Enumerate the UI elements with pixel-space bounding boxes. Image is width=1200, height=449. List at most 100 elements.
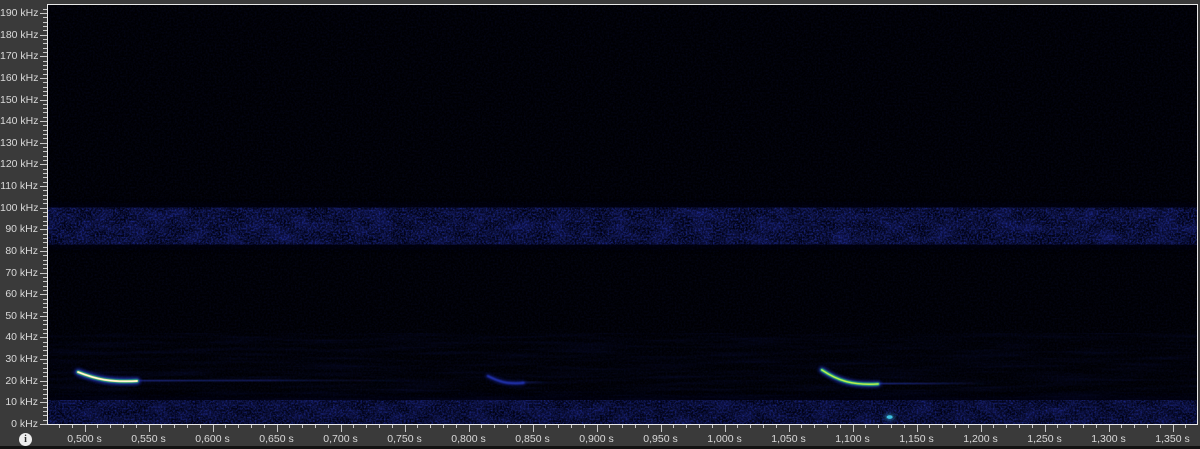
y-axis-label: 30 kHz [5,353,38,366]
x-axis-tick-minor [442,425,444,428]
transient-dot [886,415,893,419]
x-axis-tick-minor [1057,425,1059,428]
x-axis-tick-minor [1070,425,1072,428]
x-axis-label: 0,600 s [195,433,230,445]
x-axis-tick [980,425,982,432]
y-axis-tick-minor [43,138,47,140]
x-axis-tick-minor [481,425,483,428]
x-axis-tick-minor [327,425,329,428]
x-axis-tick-minor [686,425,688,428]
y-axis-tick-minor [43,25,47,27]
y-axis-label: 150 kHz [0,93,39,106]
x-axis-label: 0,500 s [67,433,102,445]
y-axis-tick-minor [43,302,47,304]
x-axis-tick-minor [750,425,752,428]
x-axis-tick-minor [942,425,944,428]
x-axis-tick-minor [519,425,521,428]
y-axis-tick-minor [43,289,47,291]
y-axis-tick-minor [43,95,47,97]
x-axis-tick-minor [673,425,675,428]
x-axis-tick [660,425,662,432]
y-axis-tick-minor [43,30,47,32]
x-axis-tick-minor [238,425,240,428]
y-axis-tick-minor [43,199,47,201]
y-axis-tick-minor [43,190,47,192]
x-axis-tick-minor [97,425,99,428]
x-axis-tick-minor [929,425,931,428]
y-axis-label: 190 kHz [0,6,39,19]
y-axis-tick-minor [43,285,47,287]
y-axis-tick [40,77,47,79]
x-axis-tick [1108,425,1110,432]
x-axis-label: 0,800 s [451,433,486,445]
y-axis-label: 130 kHz [0,136,39,149]
x-axis-tick-minor [1031,425,1033,428]
y-axis-tick-minor [43,298,47,300]
x-axis-tick-minor [506,425,508,428]
x-axis-tick-minor [250,425,252,428]
y-axis-tick-minor [43,147,47,149]
x-axis-tick-minor [161,425,163,428]
x-axis-tick [788,425,790,432]
y-axis-tick [40,164,47,166]
x-axis-tick-minor [289,425,291,428]
x-axis-tick-minor [903,425,905,428]
y-axis-tick-minor [43,411,47,413]
x-axis-tick-minor [647,425,649,428]
y-axis-tick-minor [43,367,47,369]
y-axis-tick-minor [43,385,47,387]
x-axis-label: 1,050 s [771,433,806,445]
y-axis-tick-minor [43,224,47,226]
y-axis-label: 70 kHz [5,266,38,279]
y-axis-tick [40,424,47,425]
x-axis-tick-minor [366,425,368,428]
x-axis-tick-minor [865,425,867,428]
x-axis-tick [724,425,726,432]
y-axis-tick-minor [43,320,47,322]
x-axis-label: 0,650 s [259,433,294,445]
y-axis-tick-minor [43,194,47,196]
x-axis-tick [852,425,854,432]
y-axis-label: 20 kHz [5,374,38,387]
x-axis-tick [148,425,150,432]
x-axis-tick-minor [71,425,73,428]
y-axis-tick [40,337,47,339]
y-axis-tick-minor [43,173,47,175]
x-axis-tick-minor [455,425,457,428]
y-axis-tick-minor [43,73,47,75]
y-axis-label: 180 kHz [0,28,39,41]
y-axis-tick-minor [43,372,47,374]
x-axis-tick-minor [826,425,828,428]
y-axis-label: 90 kHz [5,223,38,236]
y-axis-tick-minor [43,86,47,88]
y-axis-tick-minor [43,346,47,348]
x-axis-tick-minor [1006,425,1008,428]
y-axis-tick [40,272,47,274]
y-axis-tick [40,12,47,14]
noise-band [48,400,1197,424]
y-axis-tick-minor [43,363,47,365]
y-axis-tick-minor [43,181,47,183]
x-axis-tick [1044,425,1046,432]
y-axis-tick-minor [43,38,47,40]
spectrogram-plot[interactable] [47,4,1198,425]
y-axis-tick [40,121,47,123]
y-axis-tick [40,229,47,231]
x-axis-tick-minor [430,425,432,428]
y-axis-label: 100 kHz [0,201,39,214]
y-axis-tick [40,142,47,144]
y-axis-tick-minor [43,160,47,162]
x-axis-tick-minor [199,425,201,428]
x-axis-tick [596,425,598,432]
x-axis-tick [212,425,214,432]
call-echo-tail [876,381,994,386]
y-axis-tick [40,359,47,361]
x-axis-tick-minor [801,425,803,428]
y-axis-tick-minor [43,177,47,179]
info-icon[interactable]: i [19,433,32,446]
y-axis-tick-minor [43,60,47,62]
x-axis-tick [276,425,278,432]
x-axis-label: 0,750 s [387,433,422,445]
y-axis-tick-minor [43,419,47,421]
y-axis-tick-minor [43,125,47,127]
